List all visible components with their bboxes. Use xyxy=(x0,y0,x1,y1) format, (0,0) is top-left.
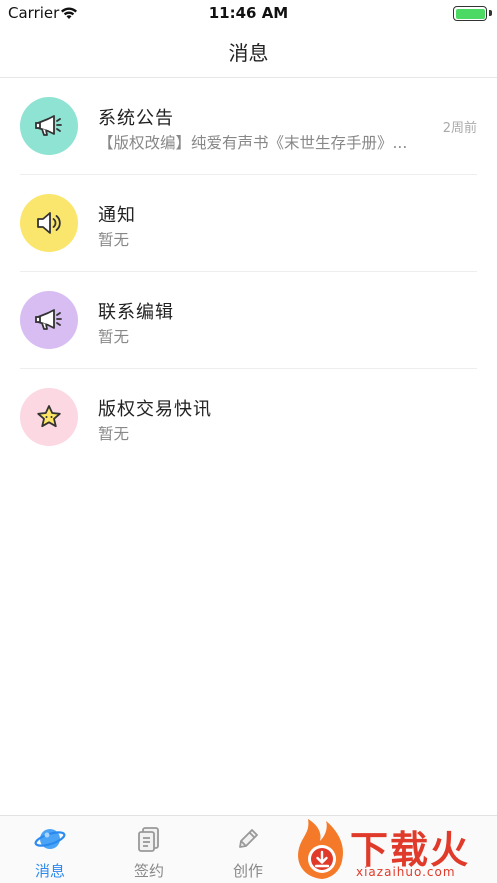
flame-logo-icon xyxy=(298,819,344,879)
document-icon xyxy=(99,824,199,854)
pencil-icon xyxy=(198,824,298,854)
tab-bar: 消息 签约 创作 下载火 xiazaihuo.com xyxy=(0,815,497,883)
message-preview: 暂无 xyxy=(98,425,130,443)
page-title: 消息 xyxy=(228,41,269,65)
tab-label: 创作 xyxy=(232,862,263,880)
message-item-contact-editor[interactable]: 联系编辑 暂无 xyxy=(20,272,477,369)
status-bar: Carrier 11:46 AM xyxy=(0,0,497,26)
message-title: 版权交易快讯 xyxy=(98,399,212,420)
speaker-icon xyxy=(20,194,78,252)
clock: 11:46 AM xyxy=(208,4,289,22)
megaphone-icon xyxy=(20,97,78,155)
message-item-system-announcement[interactable]: 系统公告 【版权改编】纯爱有声书《末世生存手册》... 2周前 xyxy=(20,78,477,175)
message-preview: 【版权改编】纯爱有声书《末世生存手册》... xyxy=(98,134,408,152)
message-title: 联系编辑 xyxy=(98,302,174,323)
message-list: 系统公告 【版权改编】纯爱有声书《末世生存手册》... 2周前 通知 暂无 联系… xyxy=(0,78,497,466)
tab-contract[interactable]: 签约 xyxy=(99,824,199,881)
tab-label: 签约 xyxy=(133,862,164,880)
message-item-copyright-news[interactable]: 版权交易快讯 暂无 xyxy=(20,369,477,466)
tab-messages[interactable]: 消息 xyxy=(0,824,100,881)
message-item-notification[interactable]: 通知 暂无 xyxy=(20,175,477,272)
battery-icon xyxy=(453,6,487,21)
tab-create[interactable]: 创作 xyxy=(198,824,298,881)
watermark-logo: 下载火 xiazaihuo.com xyxy=(292,815,497,883)
planet-icon xyxy=(0,824,100,854)
megaphone-icon xyxy=(20,291,78,349)
message-preview: 暂无 xyxy=(98,231,130,249)
navigation-bar: 消息 xyxy=(0,26,497,78)
message-preview: 暂无 xyxy=(98,328,130,346)
message-title: 系统公告 xyxy=(98,108,174,129)
message-title: 通知 xyxy=(98,205,136,226)
tab-label: 消息 xyxy=(34,862,65,880)
message-time: 2周前 xyxy=(442,121,477,136)
star-icon xyxy=(20,388,78,446)
